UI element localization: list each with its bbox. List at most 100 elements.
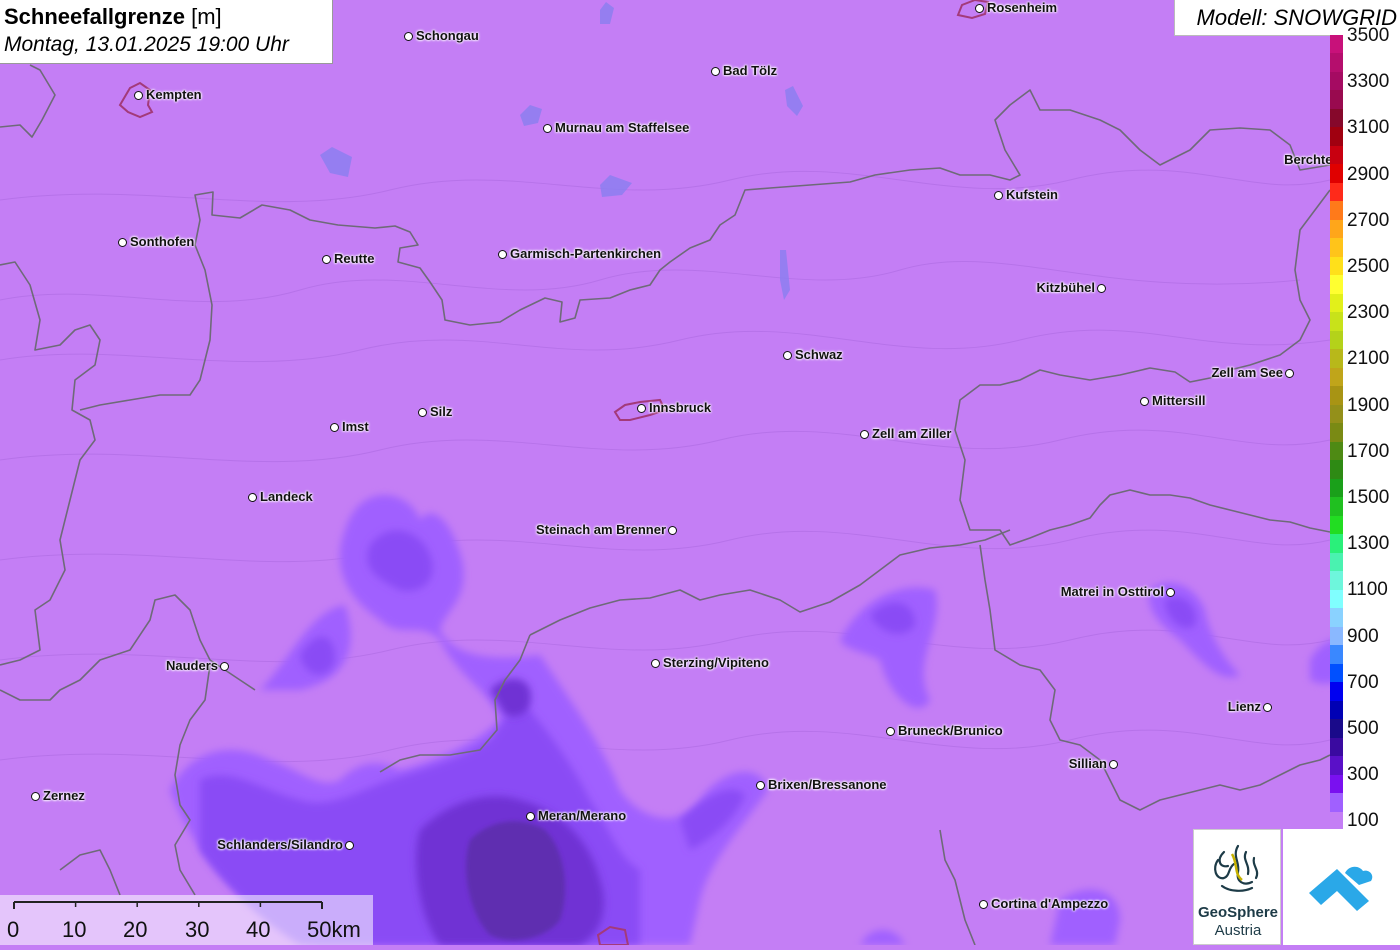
legend-color-step bbox=[1330, 626, 1343, 646]
legend-color-step bbox=[1330, 589, 1343, 609]
scale-bar: 0 10 20 30 40 50km bbox=[0, 895, 373, 945]
legend-color-step bbox=[1330, 682, 1343, 702]
legend-color-step bbox=[1330, 367, 1343, 387]
legend-color-step bbox=[1330, 145, 1343, 165]
city-label: Imst bbox=[342, 419, 369, 434]
scale-label-50km: 50km bbox=[307, 917, 361, 942]
city-label: Schongau bbox=[416, 28, 479, 43]
city-marker bbox=[1097, 284, 1106, 293]
legend-label: 2100 bbox=[1343, 348, 1400, 371]
city-label: Meran/Merano bbox=[538, 808, 627, 823]
snowgrid-mountain-icon bbox=[1309, 866, 1373, 911]
legend-color-step bbox=[1330, 441, 1343, 461]
city-marker bbox=[418, 408, 427, 417]
legend-color-step bbox=[1330, 737, 1343, 757]
legend-color-step bbox=[1330, 774, 1343, 794]
city-label: Innsbruck bbox=[649, 400, 712, 415]
legend-color-step bbox=[1330, 645, 1343, 665]
legend-color-step bbox=[1330, 182, 1343, 202]
city-marker bbox=[220, 662, 229, 671]
city-marker bbox=[651, 659, 660, 668]
snowfall-map[interactable] bbox=[0, 0, 1400, 945]
legend-color-step bbox=[1330, 35, 1343, 55]
legend-color-step bbox=[1330, 552, 1343, 572]
legend-color-step bbox=[1330, 404, 1343, 424]
city-marker bbox=[711, 67, 720, 76]
legend-label: 1500 bbox=[1343, 487, 1400, 509]
legend-color-step bbox=[1330, 256, 1343, 276]
geosphere-logo[interactable]: GeoSphere Austria bbox=[1193, 829, 1281, 945]
legend-label: 1900 bbox=[1343, 394, 1400, 417]
city-marker bbox=[118, 238, 127, 247]
legend-color-step bbox=[1330, 534, 1343, 554]
snowgrid-logo[interactable] bbox=[1283, 829, 1400, 945]
legend-color-step bbox=[1330, 460, 1343, 480]
city-marker bbox=[886, 727, 895, 736]
legend-color-step bbox=[1330, 349, 1343, 369]
legend-color-step bbox=[1330, 127, 1343, 147]
legend-color-step bbox=[1330, 238, 1343, 258]
legend-color-step bbox=[1330, 386, 1343, 406]
legend-label: 3300 bbox=[1343, 71, 1400, 94]
legend-label: 3100 bbox=[1343, 117, 1400, 140]
city-label: Zell am See bbox=[1211, 365, 1283, 380]
legend-color-step bbox=[1330, 330, 1343, 350]
legend-color-step bbox=[1330, 793, 1343, 813]
city-label: Cortina d'Ampezzo bbox=[991, 896, 1109, 911]
city-marker bbox=[1166, 588, 1175, 597]
legend-color-step bbox=[1330, 700, 1343, 720]
legend-label: 2500 bbox=[1343, 256, 1400, 278]
city-label: Nauders bbox=[165, 658, 218, 673]
legend-label: 1300 bbox=[1343, 533, 1400, 556]
city-marker bbox=[637, 404, 646, 413]
map-title: Schneefallgrenze [m] bbox=[4, 4, 222, 30]
legend-color-step bbox=[1330, 811, 1343, 831]
city-label: Mittersill bbox=[1152, 393, 1206, 408]
title-unit: [m] bbox=[191, 4, 222, 29]
austria-text: Austria bbox=[1214, 922, 1262, 939]
city-marker bbox=[345, 841, 354, 850]
city-label: Garmisch-Partenkirchen bbox=[510, 246, 662, 261]
city-marker bbox=[975, 4, 984, 13]
city-label: Kitzbühel bbox=[1036, 280, 1096, 295]
legend-color-step bbox=[1330, 201, 1343, 221]
city-label: Kufstein bbox=[1006, 187, 1058, 202]
snowline-shading-core bbox=[466, 821, 565, 940]
scale-label-20: 20 bbox=[123, 917, 148, 942]
city-marker bbox=[1109, 760, 1118, 769]
city-marker bbox=[134, 91, 143, 100]
city-label: Schwaz bbox=[795, 347, 843, 362]
scale-label-10: 10 bbox=[62, 917, 87, 942]
legend-label: 2700 bbox=[1343, 209, 1400, 232]
city-marker bbox=[322, 255, 331, 264]
legend-label: 1700 bbox=[1343, 440, 1400, 463]
city-label: Sonthofen bbox=[130, 234, 195, 249]
color-legend: 3500 3300 3100 2900 2700 2500 2300 2100 1900 1700… bbox=[1330, 25, 1400, 833]
city-label: Sillian bbox=[1068, 756, 1107, 771]
legend-color-step bbox=[1330, 293, 1343, 313]
title-text: Schneefallgrenze bbox=[4, 4, 185, 29]
city-marker bbox=[668, 526, 677, 535]
city-label: Matrei in Osttirol bbox=[1060, 584, 1164, 599]
legend-color-step bbox=[1330, 478, 1343, 498]
city-label: Bad Tölz bbox=[723, 63, 778, 78]
city-label: Schlanders/Silandro bbox=[217, 837, 343, 852]
city-marker bbox=[526, 812, 535, 821]
city-label: Kempten bbox=[146, 87, 202, 102]
city-marker bbox=[994, 191, 1003, 200]
legend-color-step bbox=[1330, 90, 1343, 110]
city-marker bbox=[1285, 369, 1294, 378]
city-label: Reutte bbox=[334, 251, 375, 266]
city-label: Brixen/Bressanone bbox=[768, 777, 887, 792]
city-marker bbox=[783, 351, 792, 360]
legend-label: 900 bbox=[1343, 625, 1400, 648]
city-marker bbox=[756, 781, 765, 790]
legend-color-step bbox=[1330, 275, 1343, 295]
legend-color-step bbox=[1330, 423, 1343, 443]
geosphere-swirl-icon bbox=[1214, 844, 1259, 892]
geosphere-text: GeoSphere bbox=[1197, 904, 1279, 921]
map-datetime: Montag, 13.01.2025 19:00 Uhr bbox=[4, 33, 289, 56]
legend-color-step bbox=[1330, 164, 1343, 184]
legend-color-step bbox=[1330, 219, 1343, 239]
city-marker bbox=[330, 423, 339, 432]
